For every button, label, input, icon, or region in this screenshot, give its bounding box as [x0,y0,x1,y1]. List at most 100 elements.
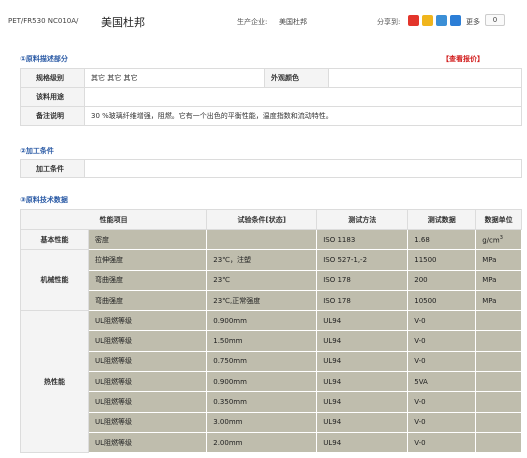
unit-cell [475,350,522,373]
property-cell: UL阻燃等级 [87,350,208,373]
table-row: UL阻燃等级 0.750mm UL94 V-0 [21,350,522,373]
method-cell: UL94 [316,431,409,454]
view-quote-link[interactable]: 【查看报价】 [442,54,484,64]
value-cell: V-0 [407,411,477,433]
processing-label: 加工条件 [20,159,85,178]
note-value: 30 %玻璃纤维增强，阻燃。它有一个出色的平衡性能，温度指数和流动特性。 [84,106,522,126]
unit-cell [475,411,522,433]
weibo-icon[interactable] [408,15,419,26]
unit-cell [475,310,522,332]
table-row: UL阻燃等级 0.900mm UL94 5VA [21,371,522,393]
property-cell: UL阻燃等级 [87,391,208,413]
usage-label: 该料用途 [20,87,85,107]
renren-icon[interactable] [450,15,461,26]
table-row: UL阻燃等级 2.00mm UL94 V-0 [21,431,522,454]
value-cell: 1.68 [407,228,477,251]
method-cell: UL94 [316,350,409,373]
section-title-processing: ②加工条件 [20,147,54,155]
method-cell: UL94 [316,411,409,433]
property-cell: 密度 [87,228,208,251]
processing-table: 加工条件 [20,159,522,178]
condition-cell: 23℃,正常强度 [206,289,318,312]
value-cell: V-0 [407,330,477,352]
value-cell: 5VA [407,371,477,393]
table-row: UL阻燃等级 0.350mm UL94 V-0 [21,391,522,413]
property-cell: UL阻燃等级 [87,431,208,454]
color-label: 外观颜色 [264,68,329,88]
table-row: 弯曲强度 23℃,正常强度 ISO 178 10500 MPa [21,289,522,312]
property-cell: UL阻燃等级 [87,330,208,352]
header-property: 性能项目 [19,209,208,230]
section-title-technical-data: ③原料技术数据 [20,196,68,204]
value-cell: V-0 [407,431,477,454]
property-cell: 拉伸强度 [87,249,208,271]
condition-cell [206,228,318,251]
table-row: UL阻燃等级 3.00mm UL94 V-0 [21,411,522,433]
value-cell: 200 [407,269,477,291]
property-cell: 弯曲强度 [87,269,208,291]
condition-cell: 0.900mm [206,310,318,332]
unit-cell: g/cm3 [475,228,522,251]
property-cell: UL阻燃等级 [87,411,208,433]
tqq-icon[interactable] [436,15,447,26]
method-cell: ISO 527-1,-2 [316,249,409,271]
unit-cell [475,330,522,352]
value-cell: 10500 [407,289,477,312]
table-row: 热性能 UL阻燃等级 0.900mm UL94 V-0 [20,310,522,454]
product-code: PET/FR530 NC010A/ [8,17,79,25]
header-value: 测试数据 [407,209,477,230]
header-method: 测试方法 [316,209,409,230]
spec-label: 规格级别 [20,68,85,88]
section-title-description: ①原料描述部分 [20,55,68,63]
table-row: 基本性能 密度 ISO 1183 1.68 g/cm3 [20,228,522,251]
category-cell: 热性能 [20,310,89,454]
technical-data-table: 性能项目 试验条件[状态] 测试方法 测试数据 数据单位 基本性能 密度 ISO 1… [19,209,522,454]
value-cell: V-0 [407,350,477,373]
category-cell: 机械性能 [20,249,89,312]
condition-cell: 1.50mm [206,330,318,352]
processing-value [84,159,522,178]
condition-cell: 23℃，注塑 [206,249,318,271]
description-table: 规格级别 其它 其它 其它 外观颜色 该料用途 备注说明 30 %玻璃纤维增强，… [20,68,522,126]
condition-cell: 23℃ [206,269,318,291]
condition-cell: 2.00mm [206,431,318,454]
value-cell: V-0 [407,391,477,413]
method-cell: UL94 [316,371,409,393]
page-header: PET/FR530 NC010A/ 美国杜邦 生产企业: 美国杜邦 分享到: 更… [0,0,527,40]
unit-cell: MPa [475,249,522,271]
method-cell: ISO 1183 [316,228,409,251]
page-title: 美国杜邦 [101,16,145,29]
unit-cell: MPa [475,289,522,312]
share-label: 分享到: [377,18,401,26]
unit-cell [475,431,522,454]
table-row: 机械性能 拉伸强度 23℃，注塑 ISO 527-1,-2 11500 MPa [20,249,522,312]
table-row: UL阻燃等级 1.50mm UL94 V-0 [21,330,522,352]
color-value [328,68,522,88]
unit-cell [475,371,522,393]
unit-cell [475,391,522,413]
category-cell: 基本性能 [20,228,89,251]
value-cell: 11500 [407,249,477,271]
method-cell: ISO 178 [316,289,409,312]
method-cell: UL94 [316,391,409,413]
property-cell: UL阻燃等级 [87,371,208,393]
header-unit: 数据单位 [475,209,522,230]
method-cell: UL94 [316,330,409,352]
method-cell: UL94 [316,310,409,332]
value-cell: V-0 [407,310,477,332]
property-cell: 弯曲强度 [87,289,208,312]
manufacturer-label: 生产企业: [237,18,268,26]
table-row: 弯曲强度 23℃ ISO 178 200 MPa [21,269,522,291]
share-count: 0 [485,14,505,26]
condition-cell: 0.750mm [206,350,318,373]
spec-value: 其它 其它 其它 [84,68,265,88]
property-cell: UL阻燃等级 [87,310,208,332]
share-more-link[interactable]: 更多 [466,17,480,27]
manufacturer-value: 美国杜邦 [279,18,307,26]
condition-cell: 0.900mm [206,371,318,393]
usage-value [84,87,522,107]
note-label: 备注说明 [20,106,85,126]
header-condition: 试验条件[状态] [206,209,318,230]
qzone-icon[interactable] [422,15,433,26]
unit-cell: MPa [475,269,522,291]
